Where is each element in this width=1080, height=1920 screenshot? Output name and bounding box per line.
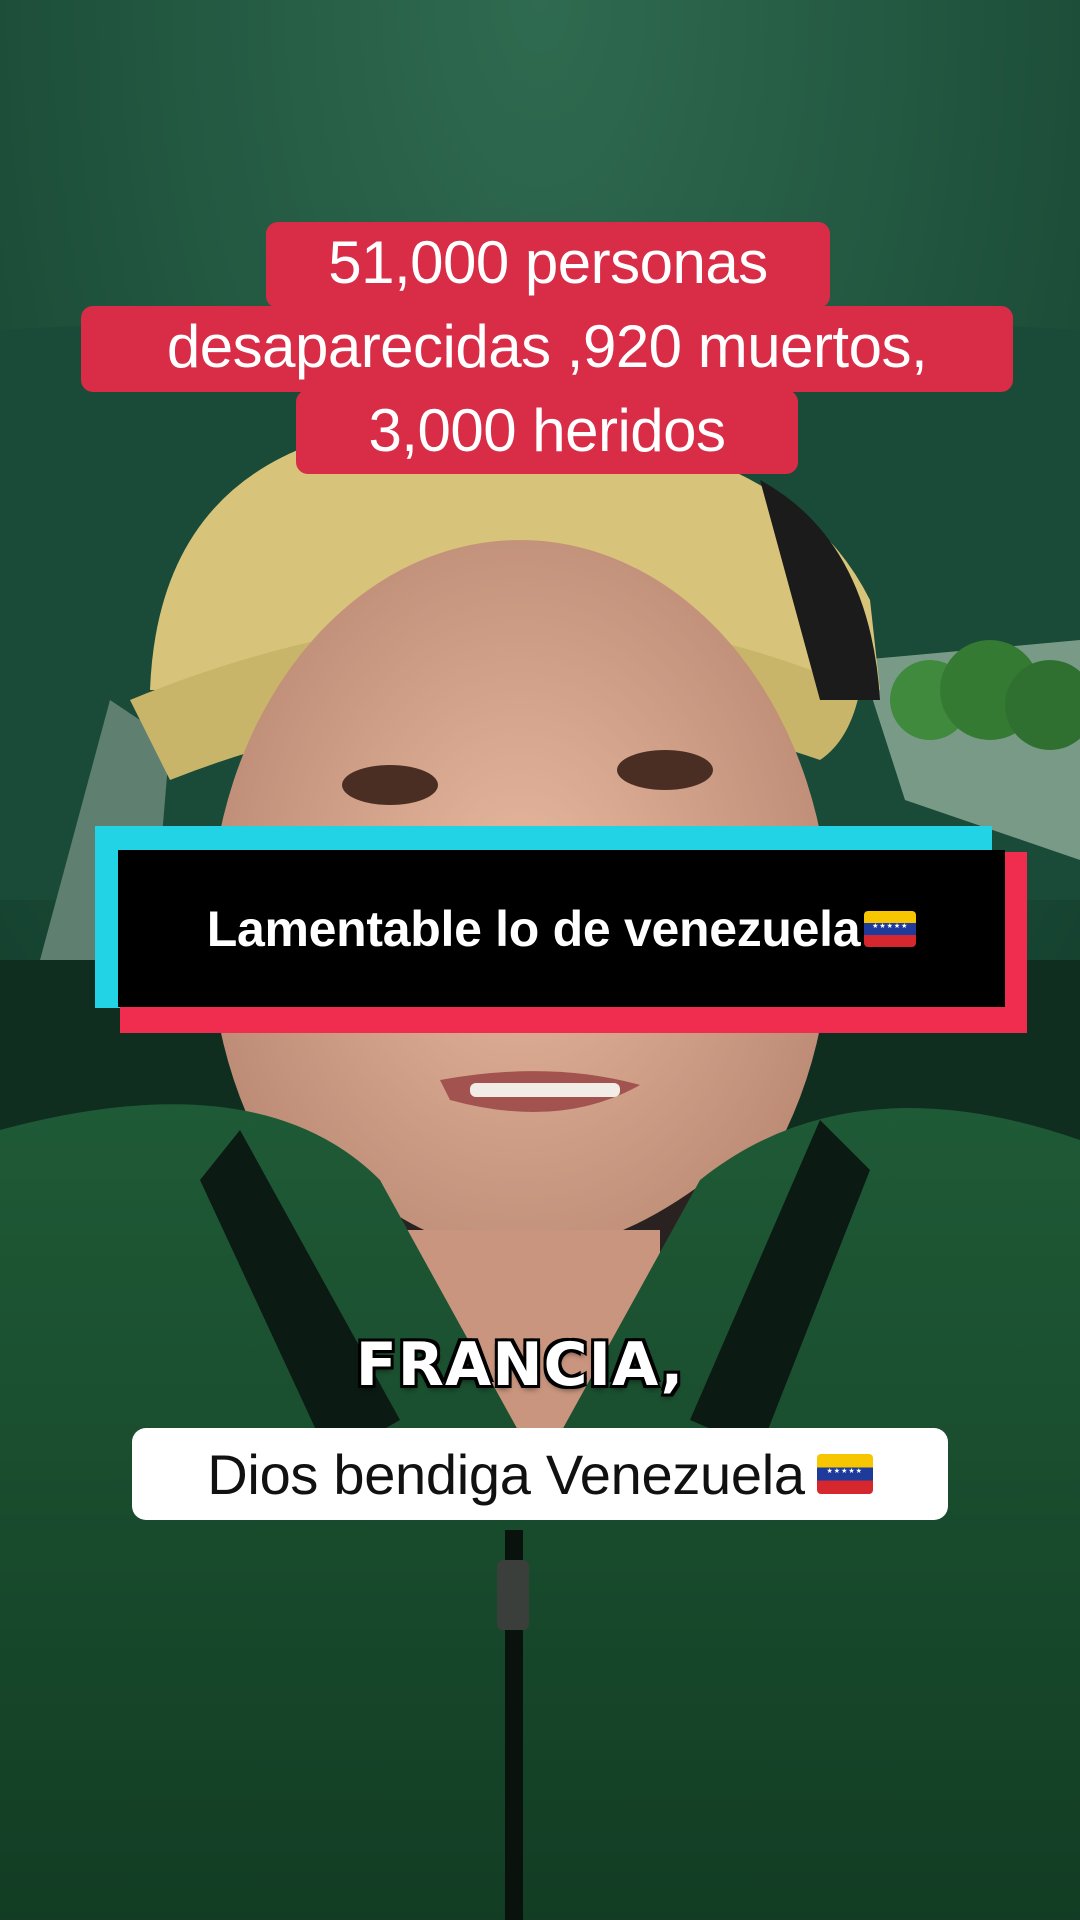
headline-line: desaparecidas ,920 muertos,	[81, 306, 1013, 392]
caption-text: Dios bendiga Venezuela	[207, 1442, 805, 1506]
title-banner: Lamentable lo de venezuela ★★★★★	[118, 850, 1005, 1007]
subtitle-text: FRANCIA,	[355, 1330, 685, 1400]
venezuela-flag-icon: ★★★★★	[816, 1454, 873, 1494]
headline-line: 51,000 personas	[266, 222, 830, 308]
banner-text: Lamentable lo de venezuela	[206, 900, 861, 957]
headline-line: 3,000 heridos	[296, 390, 798, 474]
caption-box: Dios bendiga Venezuela ★★★★★	[132, 1428, 948, 1520]
venezuela-flag-icon: ★★★★★	[864, 910, 917, 947]
